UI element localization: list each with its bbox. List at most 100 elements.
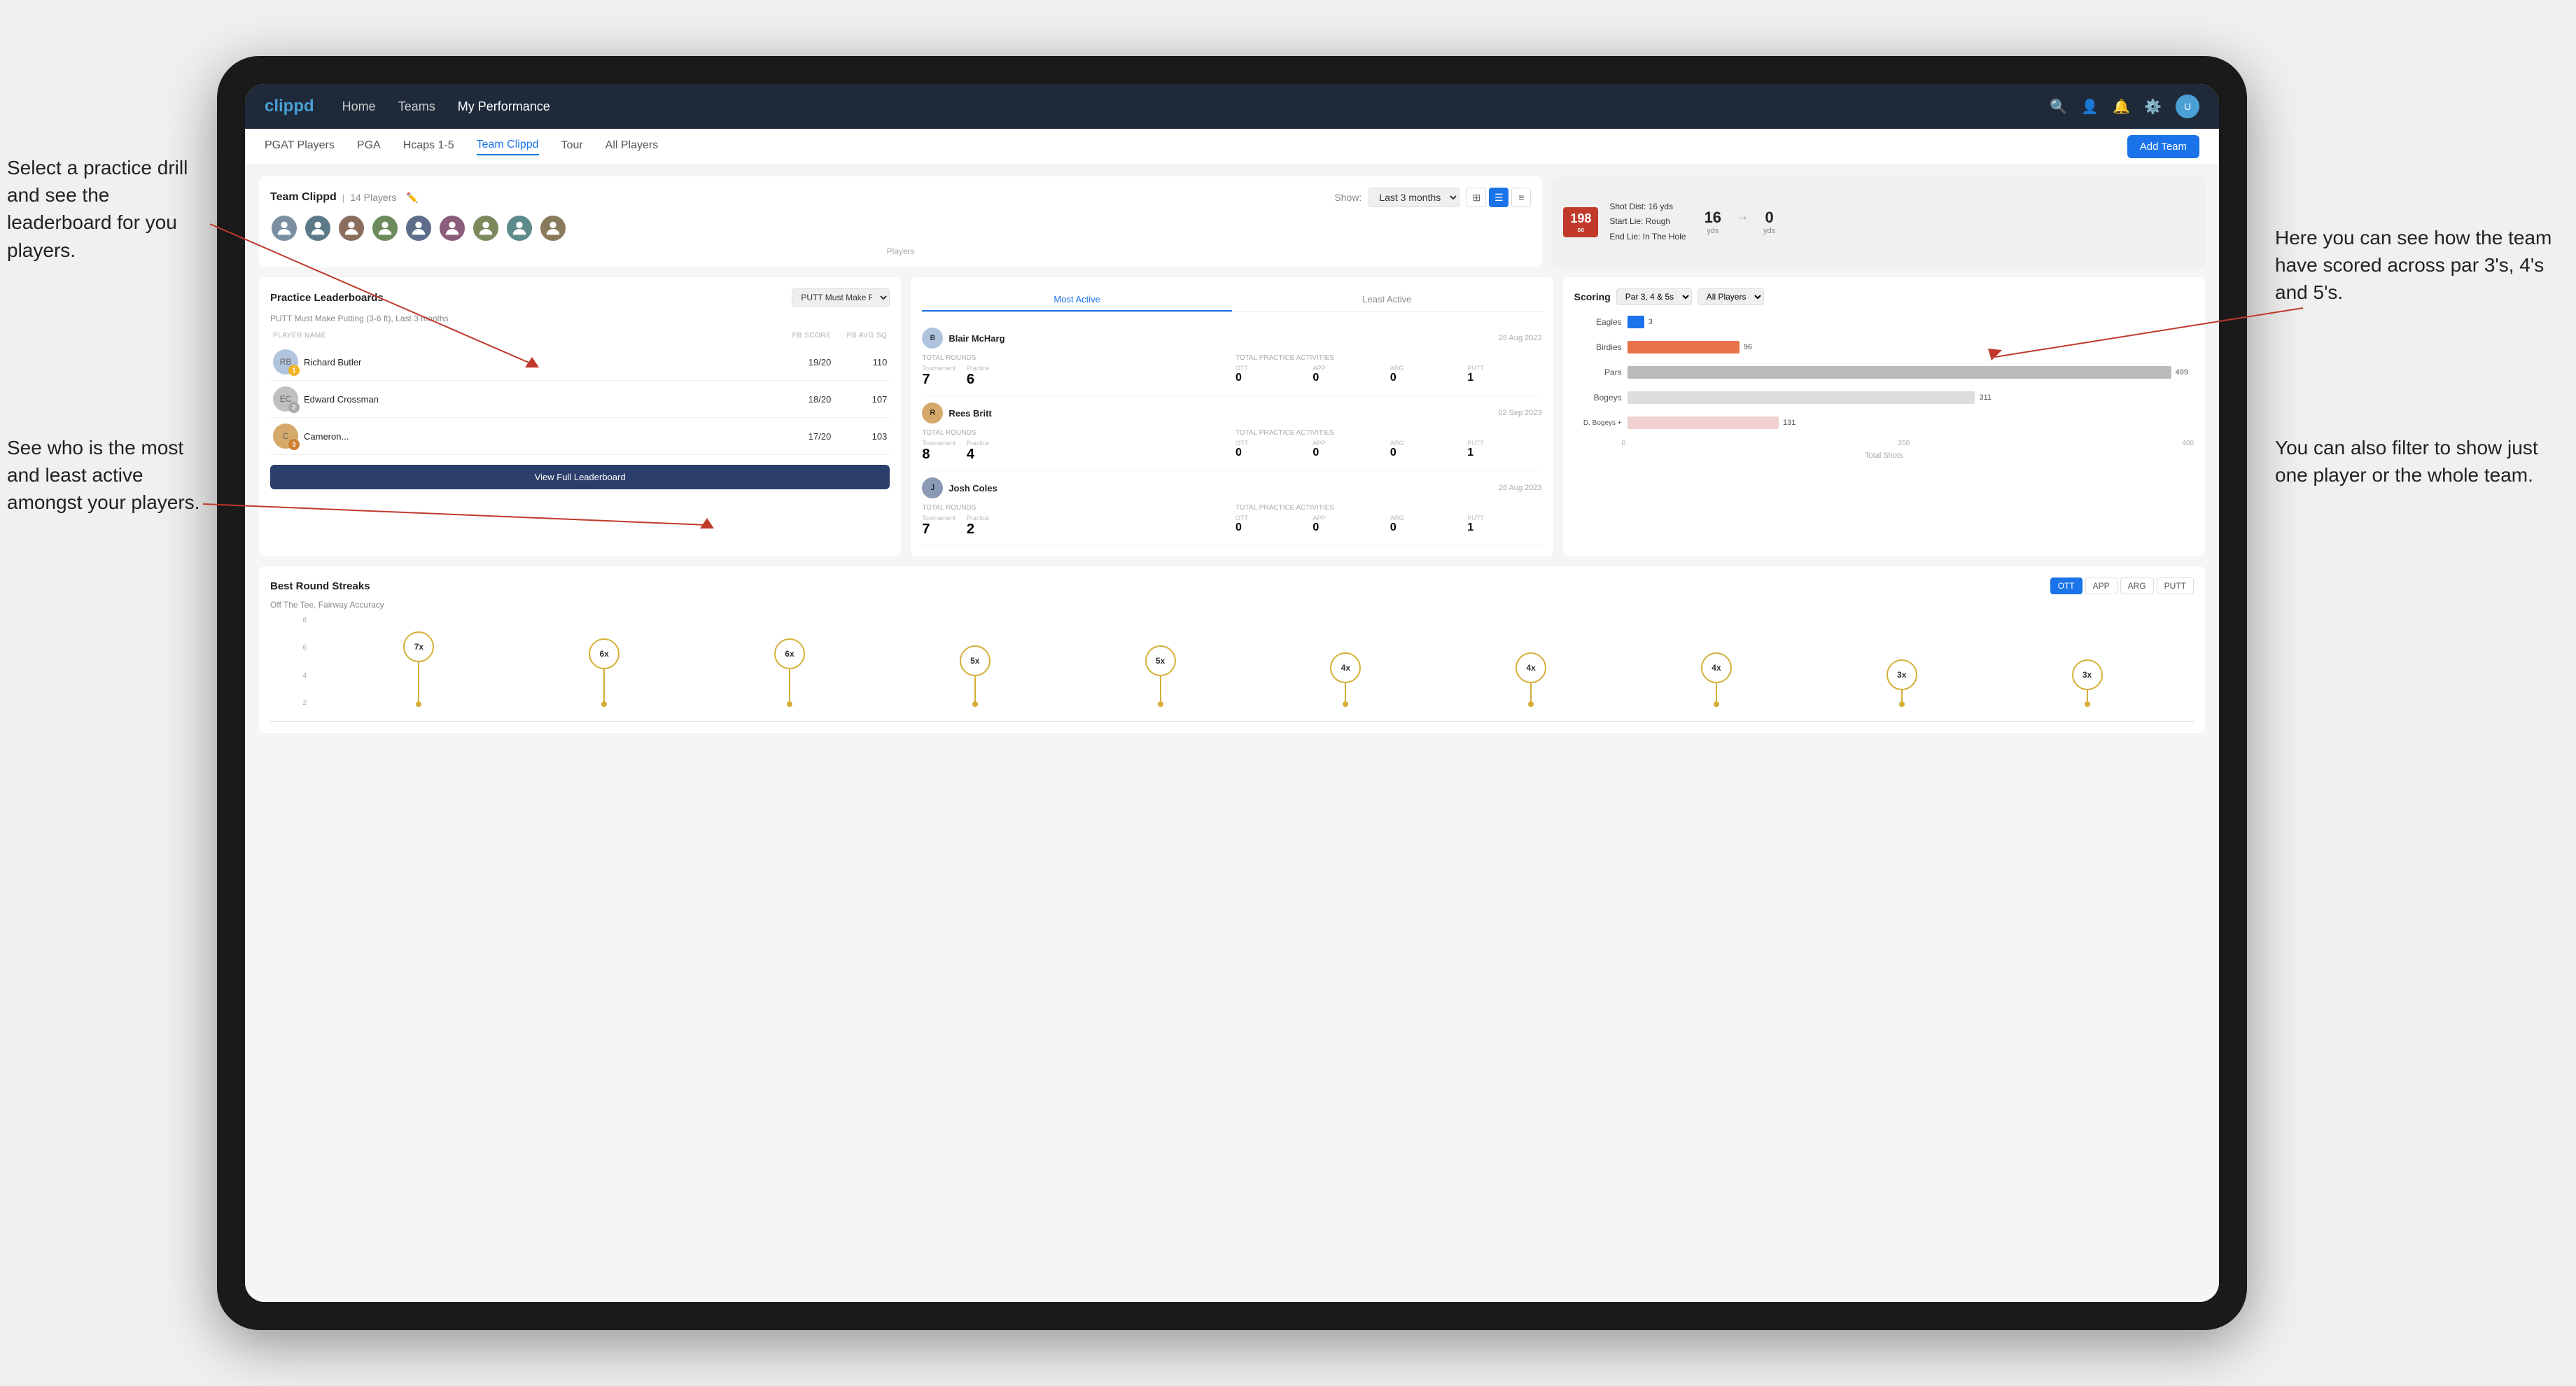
player-avatar[interactable] <box>304 214 332 242</box>
activity-tabs: Most Active Least Active <box>922 288 1541 312</box>
bar-row-pars: Pars 499 <box>1580 364 2188 381</box>
shot-details: Shot Dist: 16 yds Start Lie: Rough End L… <box>1609 200 1686 245</box>
streak-badge: 4x <box>1330 652 1361 683</box>
total-shots-label: Total Shots <box>1574 451 2194 460</box>
tab-tour[interactable]: Tour <box>561 139 583 155</box>
streak-dot <box>601 701 607 707</box>
player-avatar[interactable] <box>505 214 533 242</box>
total-practice-section-2: Total Practice Activities OTT0 APP0 ARG0… <box>1236 429 1542 463</box>
dbogeys-val: 131 <box>1783 419 1795 427</box>
add-team-button[interactable]: Add Team <box>2127 135 2199 158</box>
streak-tab-app[interactable]: APP <box>2085 578 2118 594</box>
nav-teams[interactable]: Teams <box>398 99 435 114</box>
tab-all-players[interactable]: All Players <box>606 139 659 155</box>
streak-tab-arg[interactable]: ARG <box>2120 578 2154 594</box>
streak-badge: 6x <box>589 638 620 669</box>
user-icon[interactable]: 👤 <box>2081 98 2099 115</box>
yards-box-2: 0 yds <box>1763 209 1775 235</box>
streak-item: 4x <box>1701 652 1732 707</box>
eagles-label: Eagles <box>1580 317 1622 327</box>
lb-player: EC 2 Edward Crossman <box>273 386 775 412</box>
tab-hcaps[interactable]: Hcaps 1-5 <box>403 139 454 155</box>
streak-item: 5x <box>1145 645 1176 707</box>
nav-home[interactable]: Home <box>342 99 376 114</box>
player-avatar[interactable] <box>539 214 567 242</box>
lb-score-3: 17/20 <box>775 431 831 442</box>
player-avatar[interactable] <box>270 214 298 242</box>
view-icons: ⊞ ☰ ≡ <box>1466 188 1531 207</box>
tab-team-clippd[interactable]: Team Clippd <box>477 139 539 155</box>
bogeys-val: 311 <box>1979 393 1991 402</box>
avatar[interactable]: U <box>2176 94 2199 118</box>
pa-name-1: Blair McHarg <box>948 333 1004 344</box>
streak-badge: 5x <box>1145 645 1176 676</box>
player-activity-2: R Rees Britt 02 Sep 2023 Total Rounds To… <box>922 396 1541 470</box>
bell-icon[interactable]: 🔔 <box>2113 98 2130 115</box>
par-filter[interactable]: Par 3, 4 & 5s <box>1616 288 1692 305</box>
player-avatar[interactable] <box>438 214 466 242</box>
pa-player-2: R Rees Britt <box>922 402 991 424</box>
leaderboard-subtitle: PUTT Must Make Putting (3-6 ft), Last 3 … <box>270 314 890 323</box>
pa-name-3: Josh Coles <box>948 483 997 493</box>
lb-avatar-2: EC 2 <box>273 386 298 412</box>
birdies-label: Birdies <box>1580 342 1622 352</box>
streak-dot <box>1899 701 1905 707</box>
lb-player: RB 1 Richard Butler <box>273 349 775 374</box>
lb-name-1: Richard Butler <box>304 357 361 368</box>
tab-most-active[interactable]: Most Active <box>922 288 1232 312</box>
y-axis-labels: 8 6 4 2 <box>270 617 312 707</box>
streak-item: 5x <box>960 645 990 707</box>
practice-leaderboards-card: Practice Leaderboards PUTT Must Make Put… <box>259 277 901 556</box>
player-avatar[interactable] <box>337 214 365 242</box>
streak-badge: 3x <box>2072 659 2103 690</box>
total-rounds-section-2: Total Rounds Tournament 8 Practice 4 <box>922 429 1228 463</box>
settings-icon[interactable]: ⚙️ <box>2144 98 2162 115</box>
streak-line <box>418 662 419 704</box>
bar-row-birdies: Birdies 96 <box>1580 339 2188 356</box>
show-select[interactable]: Last 3 months <box>1368 188 1460 207</box>
tab-pga[interactable]: PGA <box>357 139 381 155</box>
streak-dot <box>2085 701 2090 707</box>
view-full-leaderboard-button[interactable]: View Full Leaderboard <box>270 465 890 489</box>
leaderboard-dropdown[interactable]: PUTT Must Make Putting... <box>792 288 890 307</box>
leaderboard-row: C 3 Cameron... 17/20 103 <box>270 418 890 455</box>
streaks-header: Best Round Streaks OTT APP ARG PUTT <box>270 578 2194 594</box>
eagles-val: 3 <box>1648 318 1653 326</box>
streak-item: 3x <box>1886 659 1917 707</box>
tab-least-active[interactable]: Least Active <box>1232 288 1542 312</box>
list-view-btn[interactable]: ☰ <box>1489 188 1508 207</box>
pa-name-2: Rees Britt <box>948 408 991 419</box>
tab-pgat[interactable]: PGAT Players <box>265 139 335 155</box>
annotation-left-1: Select a practice drill and see the lead… <box>7 154 203 264</box>
pa-avatar-2: R <box>922 402 943 424</box>
bar-row-eagles: Eagles 3 <box>1580 314 2188 330</box>
leaderboard-row: RB 1 Richard Butler 19/20 110 <box>270 344 890 381</box>
player-avatar[interactable] <box>371 214 399 242</box>
medal-gold: 1 <box>288 365 300 376</box>
grid-view-btn[interactable]: ⊞ <box>1466 188 1486 207</box>
streak-badge: 5x <box>960 645 990 676</box>
lb-avatar-3: C 3 <box>273 424 298 449</box>
bogeys-bar-container: 311 <box>1628 389 2188 406</box>
player-activity-1: B Blair McHarg 26 Aug 2023 Total Rounds … <box>922 321 1541 396</box>
edit-icon[interactable]: ✏️ <box>406 192 418 204</box>
player-avatar[interactable] <box>405 214 433 242</box>
birdies-bar-container: 96 <box>1628 339 2188 356</box>
player-filter[interactable]: All Players <box>1698 288 1764 305</box>
player-avatar[interactable] <box>472 214 500 242</box>
streak-dot <box>1528 701 1534 707</box>
streak-tab-ott[interactable]: OTT <box>2050 578 2082 594</box>
streak-tab-putt[interactable]: PUTT <box>2157 578 2194 594</box>
team-header-card: Team Clippd | 14 Players ✏️ Show: Last 3… <box>259 176 1542 267</box>
annotation-right-2: You can also filter to show just one pla… <box>2275 434 2569 489</box>
streak-item: 6x <box>589 638 620 707</box>
streaks-card: Best Round Streaks OTT APP ARG PUTT Off … <box>259 566 2205 733</box>
activity-card: Most Active Least Active B Blair McHarg … <box>911 277 1553 556</box>
detail-view-btn[interactable]: ≡ <box>1511 188 1531 207</box>
search-icon[interactable]: 🔍 <box>2050 98 2067 115</box>
streak-badge: 3x <box>1886 659 1917 690</box>
streak-item: 6x <box>774 638 805 707</box>
total-rounds-section-3: Total Rounds Tournament 7 Practice 2 <box>922 504 1228 538</box>
streak-item: 7x <box>403 631 434 707</box>
nav-performance[interactable]: My Performance <box>458 99 550 114</box>
